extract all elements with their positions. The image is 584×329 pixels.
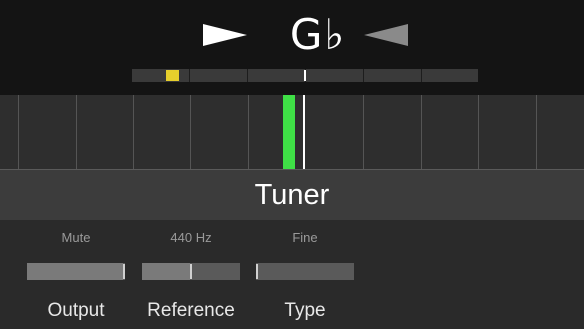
slider-fill (27, 263, 123, 280)
coarse-divider (363, 69, 364, 82)
coarse-center-line (304, 70, 306, 81)
strobe-divider (76, 95, 77, 169)
strobe-divider (248, 95, 249, 169)
slider-handle[interactable] (190, 264, 192, 279)
strobe-divider (18, 95, 19, 169)
fine-strobe-meter (0, 95, 584, 169)
strobe-divider (478, 95, 479, 169)
page-title: Tuner (254, 179, 330, 211)
param-name: Reference (147, 300, 235, 321)
strobe-divider (536, 95, 537, 169)
param-slider[interactable] (142, 263, 240, 280)
coarse-divider (189, 69, 190, 82)
slider-handle[interactable] (123, 264, 125, 279)
slider-handle[interactable] (256, 264, 258, 279)
parameter-panel: Mute Output 440 Hz Reference Fine Type (0, 220, 584, 329)
param-type[interactable]: Fine Type (256, 220, 354, 329)
strobe-divider (190, 95, 191, 169)
coarse-meter (132, 69, 478, 82)
in-tune-bar (283, 95, 295, 169)
title-bar: Tuner (0, 169, 584, 221)
coarse-divider (421, 69, 422, 82)
coarse-pitch-marker (166, 70, 179, 81)
param-name: Type (284, 300, 326, 321)
param-reference[interactable]: 440 Hz Reference (142, 220, 240, 329)
param-value: Mute (61, 230, 91, 245)
strobe-divider (363, 95, 364, 169)
slider-fill (142, 263, 190, 280)
tuner-screen: G♭ Tuner Mute Output 440 Hz Reference Fi… (0, 0, 584, 329)
strobe-divider (421, 95, 422, 169)
strobe-divider (133, 95, 134, 169)
param-value: 440 Hz (170, 230, 212, 245)
coarse-divider (247, 69, 248, 82)
center-needle (303, 95, 305, 169)
note-display: G♭ (0, 0, 584, 95)
flat-indicator-arrow (203, 24, 247, 46)
sharp-indicator-arrow (364, 24, 408, 46)
param-name: Output (47, 300, 105, 321)
detected-note: G♭ (289, 10, 347, 59)
param-slider[interactable] (256, 263, 354, 280)
param-slider[interactable] (27, 263, 125, 280)
param-value: Fine (292, 230, 318, 245)
param-output[interactable]: Mute Output (27, 220, 125, 329)
